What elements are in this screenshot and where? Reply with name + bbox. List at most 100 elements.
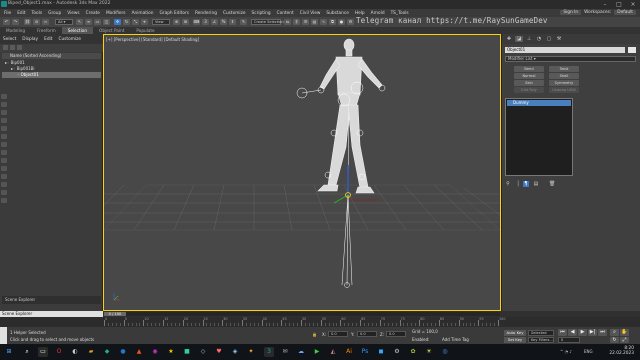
menu-item-tools[interactable]: Tools [32,11,43,16]
z-coord-field[interactable]: 0.0 [386,331,406,337]
menu-item-substance[interactable]: Substance [326,11,348,16]
tree-item[interactable]: ◦ Object01 [2,72,101,78]
menu-item-animation[interactable]: Animation [132,11,154,16]
filter-icon[interactable] [3,45,8,50]
percent-snap-icon[interactable]: % [220,19,227,25]
trash-icon[interactable]: 🗑 [549,181,555,187]
menu-item-file[interactable]: File [4,11,11,16]
rect-selection-icon[interactable]: ▭ [94,19,101,25]
key-filters-button[interactable]: Key Filters... [528,337,554,343]
next-frame-icon[interactable]: ▶| [588,329,597,336]
app-icon-3[interactable]: ● [118,347,128,357]
undo-icon[interactable]: ↶ [3,19,10,25]
app-icon-1[interactable]: ◐ [70,347,80,357]
spinner-snap-icon[interactable]: ⇕ [229,19,236,25]
menu-item-scripting[interactable]: Scripting [252,11,271,16]
lock-selection-icon[interactable]: 🔒 [312,332,317,337]
explorer-filter-icon[interactable] [1,134,7,139]
modifier-list-dropdown[interactable]: Modifier List ▾ [505,56,636,62]
app-icon-20[interactable]: ✿ [408,347,418,357]
explorer-filter-icon[interactable] [1,174,7,179]
select-manipulate-icon[interactable]: ⊞ [182,19,189,25]
menu-item-graph-editors[interactable]: Graph Editors [159,11,189,16]
menu-item-ts-tools[interactable]: TS_Tools [391,11,409,16]
set-key-button[interactable]: Set Key [504,337,526,343]
named-selection-set-dropdown[interactable]: Create Selection Se [251,19,289,25]
layer-explorer-icon[interactable]: ☰ [302,19,309,25]
scene-menu-select[interactable]: Select [3,37,16,42]
motion-icon[interactable]: ◔ [535,36,543,42]
angle-snap-icon[interactable]: ∠ [211,19,218,25]
select-rotate-icon[interactable]: ↻ [123,19,130,25]
app-icon-4[interactable]: ▲ [134,347,144,357]
menu-item-edit[interactable]: Edit [17,11,25,16]
modifier-button-unwrap-uvw[interactable]: Unwrap UVW [549,87,579,93]
layer-icon[interactable] [17,45,22,50]
app-icon-22[interactable]: ◎ [440,347,450,357]
explorer-filter-icon[interactable] [1,142,7,147]
link-icon[interactable]: ⛓ [24,19,31,25]
menu-item-modifiers[interactable]: Modifiers [106,11,126,16]
app-icon-13[interactable]: ☁ [296,347,306,357]
app-icon-6[interactable]: ★ [166,347,176,357]
windows-start-icon[interactable]: ⊞ [4,347,14,357]
3dsmax-taskbar-icon[interactable]: 3 [264,347,274,357]
time-slider-thumb[interactable]: 0 / 100 [104,312,126,316]
menu-item-create[interactable]: Create [86,11,100,16]
biped-character[interactable] [317,38,383,194]
explorer-filter-icon[interactable] [1,158,7,163]
pin-stack-icon[interactable]: ⚲ [505,181,511,187]
language-indicator[interactable]: ENG [584,349,593,354]
app-icon-19[interactable]: ⚙ [392,347,402,357]
menu-item-content[interactable]: Content [277,11,294,16]
app-icon-11[interactable]: ✦ [246,347,256,357]
remove-modifier-icon[interactable]: ▤ [533,181,539,187]
explorer-filter-icon[interactable] [1,190,7,195]
app-icon-16[interactable]: Ai [344,347,354,357]
app-icon-7[interactable]: ■ [182,347,192,357]
app-icon-9[interactable]: ♥ [214,347,224,357]
maxscript-listener-icon[interactable] [0,327,7,344]
scene-explorer-icon[interactable]: ▤ [311,19,318,25]
app-icon-21[interactable]: ☀ [424,347,434,357]
perspective-viewport[interactable]: [+] [Perspective] [Standard] [Default Sh… [103,34,501,311]
menu-item-group[interactable]: Group [48,11,61,16]
ribbon-tab-modeling[interactable]: Modeling [0,27,31,34]
ribbon-tab-populate[interactable]: Populate [130,27,160,34]
selected-dropdown[interactable]: Selected [528,330,554,336]
modifier-button-twist[interactable]: Twist [549,66,579,72]
minimize-icon[interactable]: – [598,0,612,9]
maximize-viewport-icon[interactable]: ⤢ [620,337,629,343]
ribbon-tab-selection[interactable]: Selection [61,27,94,34]
material-editor-icon[interactable]: ● [338,19,345,25]
object-color-swatch[interactable] [628,47,636,53]
explorer-filter-icon[interactable] [1,94,7,99]
scene-menu-customize[interactable]: Customize [58,37,81,42]
render-setup-icon[interactable]: ⚙ [347,19,354,25]
align-icon[interactable]: ⫼ [293,19,300,25]
select-move-icon[interactable]: ✥ [114,19,121,25]
menu-item-customize[interactable]: Customize [223,11,246,16]
ribbon-tab-object-paint[interactable]: Object Paint [93,27,130,34]
app-icon-8[interactable]: ◇ [198,347,208,357]
mirror-icon[interactable]: ⇋ [284,19,291,25]
window-crossing-icon[interactable]: ◫ [103,19,110,25]
keyboard-shortcut-icon[interactable]: ⌨ [193,19,200,25]
scene-explorer-footer[interactable]: Scene Explorer [2,296,101,304]
modifier-button-skin[interactable]: Skin [514,80,544,86]
explorer-filter-icon[interactable] [1,166,7,171]
viewport-label[interactable]: [+] [Perspective] [Standard] [Default Sh… [106,37,199,42]
scene-menu-display[interactable]: Display [22,37,38,42]
track-bar[interactable]: 0 5 10 15 20 25 30 35 40 45 50 55 60 65 70 75 80 85 90 95 10… [0,317,640,327]
maximize-icon[interactable]: □ [612,0,626,9]
hierarchy-icon[interactable]: ⊥ [525,36,533,42]
pivot-center-icon[interactable]: ⊕ [173,19,180,25]
explorer-filter-icon[interactable] [1,198,7,203]
curve-editor-icon[interactable]: ∿ [320,19,327,25]
menu-item-arnold[interactable]: Arnold [371,11,385,16]
y-coord-field[interactable]: 0.0 [357,331,377,337]
create-icon[interactable]: ✚ [505,36,513,42]
current-frame-field[interactable]: 0 [558,337,580,343]
orbit-icon[interactable]: ↻ [610,337,619,343]
task-view-icon[interactable]: ▭ [38,347,48,357]
